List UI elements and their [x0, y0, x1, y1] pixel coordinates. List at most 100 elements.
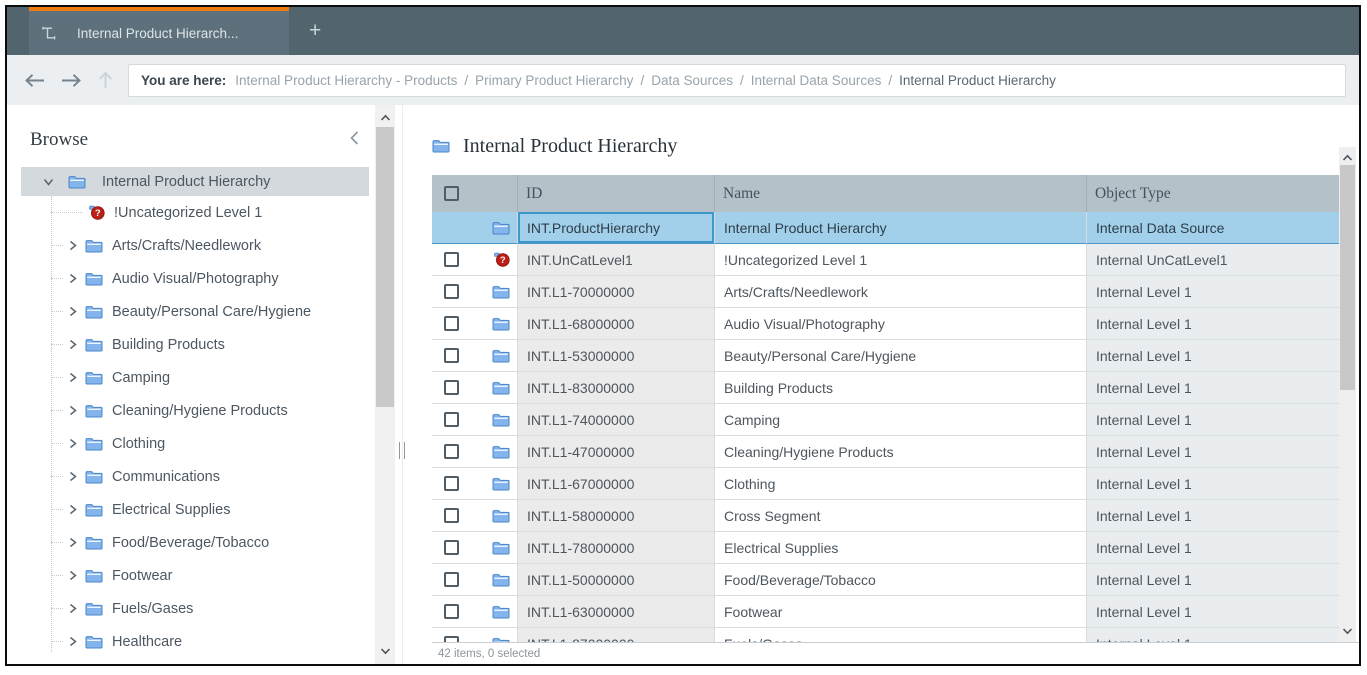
table-row[interactable]: INT.L1-87000000Fuels/GasesInternal Level…: [432, 628, 1348, 642]
splitter-handle[interactable]: [399, 442, 405, 459]
tree-item[interactable]: Healthcare: [21, 625, 369, 658]
forward-button[interactable]: [60, 72, 83, 89]
tree-item[interactable]: Electrical Supplies: [21, 493, 369, 526]
expand-icon[interactable]: [68, 471, 78, 482]
table-row[interactable]: INT.L1-74000000CampingInternal Level 1: [432, 404, 1348, 436]
name-cell: Camping: [714, 404, 1086, 436]
table-row[interactable]: INT.L1-78000000Electrical SuppliesIntern…: [432, 532, 1348, 564]
object-type-cell: Internal Level 1: [1086, 372, 1348, 404]
select-all-checkbox[interactable]: [444, 186, 459, 201]
folder-icon: [68, 175, 86, 189]
column-header-name[interactable]: Name: [714, 175, 1086, 212]
expand-icon[interactable]: [68, 504, 78, 515]
expand-icon[interactable]: [68, 537, 78, 548]
tree-item[interactable]: Beauty/Personal Care/Hygiene: [21, 295, 369, 328]
new-tab-button[interactable]: +: [289, 7, 341, 55]
row-checkbox[interactable]: [444, 380, 459, 395]
breadcrumb-link[interactable]: Data Sources: [651, 73, 733, 88]
object-type-cell: Internal Level 1: [1086, 404, 1348, 436]
row-checkbox[interactable]: [444, 316, 459, 331]
row-checkbox[interactable]: [444, 252, 459, 267]
scroll-up-icon[interactable]: [1339, 150, 1356, 166]
up-button[interactable]: [97, 70, 114, 90]
name-cell: Arts/Crafts/Needlework: [714, 276, 1086, 308]
scroll-down-icon[interactable]: [375, 643, 395, 659]
tree-item-label: Internal Product Hierarchy: [102, 174, 270, 190]
collapse-icon[interactable]: [43, 177, 54, 187]
tree-item[interactable]: Footwear: [21, 559, 369, 592]
table-row[interactable]: INT.L1-67000000ClothingInternal Level 1: [432, 468, 1348, 500]
expand-icon[interactable]: [68, 405, 78, 416]
expand-icon[interactable]: [68, 273, 78, 284]
name-cell: Cleaning/Hygiene Products: [714, 436, 1086, 468]
table-row[interactable]: INT.ProductHierarchyInternal Product Hie…: [432, 212, 1348, 244]
expand-icon[interactable]: [68, 438, 78, 449]
row-checkbox[interactable]: [444, 572, 459, 587]
row-checkbox[interactable]: [444, 444, 459, 459]
scroll-up-icon[interactable]: [375, 110, 395, 126]
tree-item-label: Fuels/Gases: [112, 601, 193, 617]
column-header-id[interactable]: ID: [517, 175, 714, 212]
name-cell: Audio Visual/Photography: [714, 308, 1086, 340]
expand-icon[interactable]: [68, 339, 78, 350]
folder-icon: [85, 338, 103, 352]
row-checkbox[interactable]: [444, 348, 459, 363]
folder-icon: [492, 573, 510, 587]
tree-item[interactable]: Communications: [21, 460, 369, 493]
tree-item-label: !Uncategorized Level 1: [114, 205, 262, 221]
tree-item[interactable]: Building Products: [21, 328, 369, 361]
name-cell: Footwear: [714, 596, 1086, 628]
tab-internal-product-hierarchy[interactable]: Internal Product Hierarch...: [29, 7, 289, 55]
row-checkbox[interactable]: [444, 508, 459, 523]
scroll-down-icon[interactable]: [1339, 623, 1356, 639]
row-checkbox[interactable]: [444, 540, 459, 555]
table-row[interactable]: INT.L1-68000000Audio Visual/PhotographyI…: [432, 308, 1348, 340]
table-row[interactable]: INT.L1-47000000Cleaning/Hygiene Products…: [432, 436, 1348, 468]
collapse-panel-button[interactable]: [348, 130, 361, 151]
tree-item[interactable]: Cleaning/Hygiene Products: [21, 394, 369, 427]
id-cell: INT.L1-87000000: [517, 628, 714, 642]
column-header-object-type[interactable]: Object Type: [1086, 175, 1348, 212]
tree-item[interactable]: Clothing: [21, 427, 369, 460]
row-checkbox[interactable]: [444, 284, 459, 299]
table-row[interactable]: INT.L1-70000000Arts/Crafts/NeedleworkInt…: [432, 276, 1348, 308]
table-row[interactable]: INT.L1-83000000Building ProductsInternal…: [432, 372, 1348, 404]
tree-item[interactable]: ?!Uncategorized Level 1: [21, 196, 369, 229]
expand-icon[interactable]: [68, 570, 78, 581]
expand-icon[interactable]: [68, 240, 78, 251]
table-row[interactable]: INT.L1-50000000Food/Beverage/TobaccoInte…: [432, 564, 1348, 596]
object-type-cell: Internal Level 1: [1086, 468, 1348, 500]
row-checkbox[interactable]: [444, 476, 459, 491]
row-checkbox[interactable]: [444, 604, 459, 619]
sidebar-scrollbar-thumb[interactable]: [376, 127, 394, 407]
breadcrumb-link[interactable]: Internal Data Sources: [751, 73, 882, 88]
expand-icon[interactable]: [68, 603, 78, 614]
table-scrollbar[interactable]: [1339, 147, 1356, 642]
expand-icon[interactable]: [68, 372, 78, 383]
tree-connector: [51, 608, 63, 609]
tree-connector: [51, 509, 63, 510]
folder-icon: [432, 139, 450, 153]
back-button[interactable]: [23, 72, 46, 89]
tree-item-root[interactable]: Internal Product Hierarchy: [21, 167, 369, 196]
expand-icon[interactable]: [68, 636, 78, 647]
breadcrumb-link[interactable]: Primary Product Hierarchy: [475, 73, 633, 88]
tree-item[interactable]: Food/Beverage/Tobacco: [21, 526, 369, 559]
row-checkbox[interactable]: [444, 412, 459, 427]
breadcrumb-link[interactable]: Internal Product Hierarchy - Products: [235, 73, 457, 88]
object-type-cell: Internal UnCatLevel1: [1086, 244, 1348, 276]
tree-item[interactable]: Arts/Crafts/Needlework: [21, 229, 369, 262]
table-row[interactable]: ?INT.UnCatLevel1!Uncategorized Level 1In…: [432, 244, 1348, 276]
table-row[interactable]: INT.L1-63000000FootwearInternal Level 1: [432, 596, 1348, 628]
table-row[interactable]: INT.L1-53000000Beauty/Personal Care/Hygi…: [432, 340, 1348, 372]
tree-item[interactable]: Fuels/Gases: [21, 592, 369, 625]
id-cell: INT.L1-74000000: [517, 404, 714, 436]
sidebar-scrollbar[interactable]: [375, 105, 395, 664]
expand-icon[interactable]: [68, 306, 78, 317]
tree-connector: [51, 245, 63, 246]
tree-connector: [51, 377, 63, 378]
table-scrollbar-thumb[interactable]: [1340, 165, 1355, 390]
tree-item[interactable]: Audio Visual/Photography: [21, 262, 369, 295]
table-row[interactable]: INT.L1-58000000Cross SegmentInternal Lev…: [432, 500, 1348, 532]
tree-item[interactable]: Camping: [21, 361, 369, 394]
